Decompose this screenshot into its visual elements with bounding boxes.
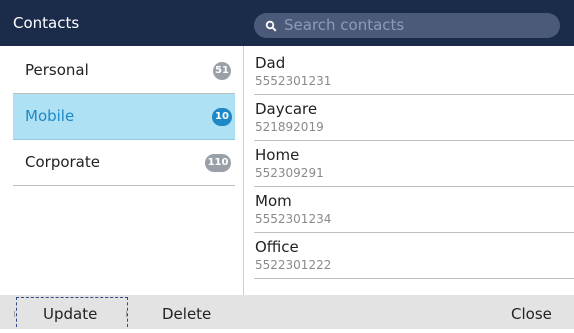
softkey-separator: [126, 311, 127, 317]
contact-number: 521892019: [255, 120, 324, 134]
contact-number: 552309291: [255, 166, 324, 180]
search-icon: [265, 20, 277, 32]
category-panel: Personal 51 Mobile 10 Corporate 110: [0, 46, 243, 295]
category-label: Mobile: [25, 107, 75, 125]
count-badge: 10: [212, 108, 232, 126]
contact-name: Daycare: [255, 100, 318, 118]
contact-number: 5552301231: [255, 74, 332, 88]
contact-item-mom[interactable]: Mom 5552301234: [254, 187, 574, 233]
category-label: Corporate: [25, 153, 100, 171]
count-badge: 51: [213, 62, 231, 80]
contact-name: Office: [255, 238, 299, 256]
softkey-bar: Update Delete Close: [0, 295, 574, 329]
softkey-separator: [14, 311, 15, 317]
update-button[interactable]: Update: [43, 295, 97, 329]
contact-item-office[interactable]: Office 5522301222: [254, 233, 574, 279]
category-item-corporate[interactable]: Corporate 110: [13, 140, 235, 186]
count-badge: 110: [205, 154, 231, 172]
contact-name: Dad: [255, 54, 286, 72]
contact-item-dad[interactable]: Dad 5552301231: [254, 49, 574, 95]
contact-item-home[interactable]: Home 552309291: [254, 141, 574, 187]
contact-name: Mom: [255, 192, 292, 210]
contact-number: 5522301222: [255, 258, 332, 272]
contact-item-daycare[interactable]: Daycare 521892019: [254, 95, 574, 141]
search-box[interactable]: [254, 13, 560, 38]
header-bar: Contacts: [0, 0, 574, 46]
contact-number: 5552301234: [255, 212, 332, 226]
category-label: Personal: [25, 61, 89, 79]
category-item-mobile[interactable]: Mobile 10: [13, 94, 235, 140]
search-input[interactable]: [284, 13, 544, 38]
contact-name: Home: [255, 146, 300, 164]
category-item-personal[interactable]: Personal 51: [13, 48, 235, 94]
close-button[interactable]: Close: [511, 295, 552, 329]
delete-button[interactable]: Delete: [162, 295, 211, 329]
page-title: Contacts: [13, 14, 80, 32]
contact-list: Dad 5552301231 Daycare 521892019 Home 55…: [244, 46, 574, 295]
